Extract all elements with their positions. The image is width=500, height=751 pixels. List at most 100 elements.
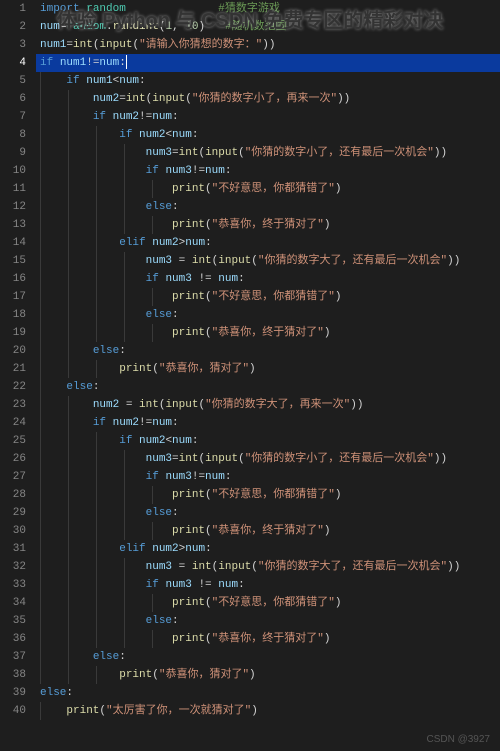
code-line[interactable]: print("太厉害了你，一次就猜对了") (36, 702, 500, 720)
watermark-text: CSDN @3927 (426, 734, 490, 745)
token-var: num1 (86, 75, 112, 87)
code-line[interactable]: num3=int(input("你猜的数字小了，还有最后一次机会")) (36, 144, 500, 162)
code-line[interactable]: num3 = int(input("你猜的数字大了，还有最后一次机会")) (36, 558, 500, 576)
code-line[interactable]: if num2!=num: (36, 414, 500, 432)
line-number: 26 (0, 450, 26, 468)
code-line[interactable]: print("恭喜你，终于猜对了") (36, 324, 500, 342)
code-line[interactable]: print("恭喜你，终于猜对了") (36, 630, 500, 648)
line-number: 39 (0, 684, 26, 702)
token-kw: if (93, 417, 113, 429)
token-punc: ) (324, 327, 331, 339)
line-number: 25 (0, 432, 26, 450)
code-line[interactable]: if num1<num: (36, 72, 500, 90)
line-number: 31 (0, 540, 26, 558)
code-line[interactable]: num3 = int(input("你猜的数字大了，还有最后一次机会")) (36, 252, 500, 270)
token-punc: ( (205, 597, 212, 609)
token-op: = (172, 255, 192, 267)
token-punc: ) (335, 597, 342, 609)
code-line[interactable]: if num3 != num: (36, 270, 500, 288)
line-number: 33 (0, 576, 26, 594)
token-var: num (40, 21, 60, 33)
token-var: num (172, 435, 192, 447)
code-line[interactable]: else: (36, 612, 500, 630)
token-punc: ( (205, 525, 212, 537)
code-editor[interactable]: 1234567891011121314151617181920212223242… (0, 0, 500, 751)
token-punc: ( (152, 669, 159, 681)
token-var: num3 (165, 273, 191, 285)
token-punc: ) (335, 183, 342, 195)
token-str: "不好意思，你都猜错了" (212, 597, 335, 609)
token-punc: : (205, 543, 212, 555)
token-punc: ( (251, 255, 258, 267)
code-line[interactable]: num=random.randint(1, 10) #随机数范围 (36, 18, 500, 36)
code-line[interactable]: num2=int(input("你猜的数字小了，再来一次")) (36, 90, 500, 108)
token-punc: : (119, 651, 126, 663)
code-line[interactable]: else: (36, 504, 500, 522)
code-line[interactable]: if num3!=num: (36, 162, 500, 180)
code-line[interactable]: if num3!=num: (36, 468, 500, 486)
token-var: num3 (165, 579, 191, 591)
token-fn: print (172, 597, 205, 609)
token-fn: print (172, 525, 205, 537)
code-line[interactable]: else: (36, 378, 500, 396)
token-kw: import (40, 3, 80, 15)
line-number: 5 (0, 72, 26, 90)
code-line[interactable]: print("不好意思，你都猜错了") (36, 288, 500, 306)
code-line[interactable]: num3=int(input("你猜的数字小了，还有最后一次机会")) (36, 450, 500, 468)
code-line[interactable]: else: (36, 198, 500, 216)
line-number: 29 (0, 504, 26, 522)
token-var: num (172, 129, 192, 141)
code-line[interactable]: num2 = int(input("你猜的数字大了，再来一次")) (36, 396, 500, 414)
token-punc: ) (324, 525, 331, 537)
token-cmt: #猜数字游戏 (218, 3, 280, 15)
code-line[interactable]: if num2<num: (36, 432, 500, 450)
token-punc: )) (447, 255, 460, 267)
token-punc: : (172, 201, 179, 213)
line-number: 9 (0, 144, 26, 162)
code-line[interactable]: print("不好意思，你都猜错了") (36, 486, 500, 504)
token-var: num (185, 543, 205, 555)
line-number: 21 (0, 360, 26, 378)
token-str: "你猜的数字小了，还有最后一次机会" (245, 453, 434, 465)
token-kw: else (93, 345, 119, 357)
code-line[interactable]: else: (36, 306, 500, 324)
code-line[interactable]: if num2!=num: (36, 108, 500, 126)
token-punc: : (172, 417, 179, 429)
token-var: num3 (146, 255, 172, 267)
code-line[interactable]: print("不好意思，你都猜错了") (36, 594, 500, 612)
code-line[interactable]: print("恭喜你，猜对了") (36, 360, 500, 378)
code-line[interactable]: if num3 != num: (36, 576, 500, 594)
token-var: num2 (139, 435, 165, 447)
line-number: 28 (0, 486, 26, 504)
token-var: num (185, 237, 205, 249)
code-line[interactable]: else: (36, 648, 500, 666)
code-area[interactable]: import random #猜数字游戏num=random.randint(1… (36, 0, 500, 751)
code-line[interactable]: elif num2>num: (36, 540, 500, 558)
code-line[interactable]: if num2<num: (36, 126, 500, 144)
code-line[interactable]: print("恭喜你，终于猜对了") (36, 522, 500, 540)
code-line[interactable]: else: (36, 684, 500, 702)
line-number: 16 (0, 270, 26, 288)
token-str: "恭喜你，终于猜对了" (212, 219, 324, 231)
code-line[interactable]: if num1!=num: (36, 54, 500, 72)
code-line[interactable]: else: (36, 342, 500, 360)
code-line[interactable]: print("不好意思，你都猜错了") (36, 180, 500, 198)
token-punc: ) (198, 21, 224, 33)
token-kw: else (146, 507, 172, 519)
token-var: num (152, 111, 172, 123)
token-mod: random (86, 3, 126, 15)
code-line[interactable]: import random #猜数字游戏 (36, 0, 500, 18)
code-line[interactable]: print("恭喜你，猜对了") (36, 666, 500, 684)
token-fn: input (205, 453, 238, 465)
line-number: 3 (0, 36, 26, 54)
token-str: "你猜的数字大了，还有最后一次机会" (258, 255, 447, 267)
code-line[interactable]: elif num2>num: (36, 234, 500, 252)
token-punc: ( (205, 219, 212, 231)
code-line[interactable]: num1=int(input("请输入你猜想的数字：")) (36, 36, 500, 54)
token-fn: int (192, 561, 212, 573)
token-var: num2 (93, 399, 119, 411)
token-punc: : (205, 237, 212, 249)
token-punc: )) (337, 93, 350, 105)
token-punc: ( (251, 561, 258, 573)
code-line[interactable]: print("恭喜你，终于猜对了") (36, 216, 500, 234)
